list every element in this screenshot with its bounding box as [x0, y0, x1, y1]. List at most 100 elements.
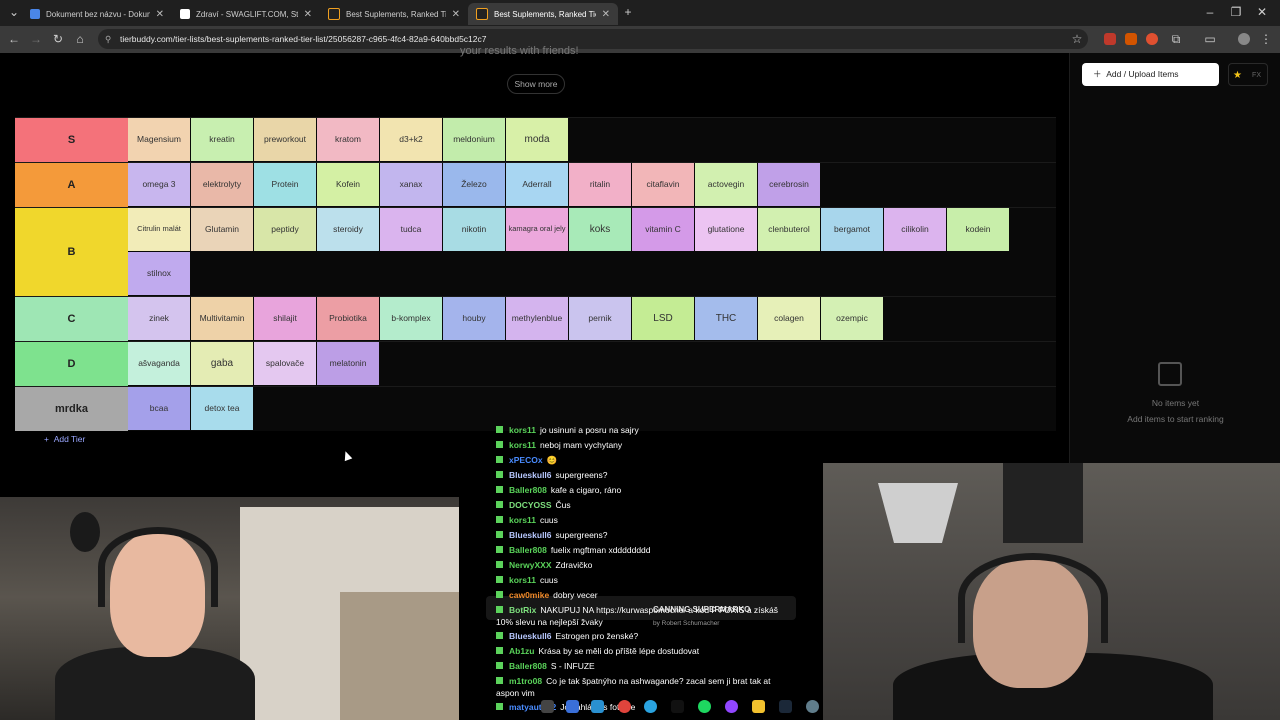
- add-upload-items-button[interactable]: ＋ Add / Upload Items: [1082, 63, 1219, 86]
- tier-item[interactable]: houby: [443, 297, 505, 340]
- tier-item[interactable]: actovegin: [695, 163, 757, 206]
- tier-item[interactable]: kamagra oral jely: [506, 208, 568, 251]
- task-view-icon[interactable]: [541, 700, 554, 713]
- twitch-icon[interactable]: [725, 700, 738, 713]
- tier-item[interactable]: moda: [506, 118, 568, 161]
- forward-arrow-icon[interactable]: →: [28, 32, 44, 46]
- folder-icon[interactable]: [752, 700, 765, 713]
- chat-username[interactable]: Ab1zu: [509, 646, 535, 656]
- chat-username[interactable]: kors11: [509, 425, 536, 435]
- tier-item[interactable]: meldonium: [443, 118, 505, 161]
- tier-item[interactable]: pernik: [569, 297, 631, 340]
- capcut-icon[interactable]: [671, 700, 684, 713]
- tier-item[interactable]: tudca: [380, 208, 442, 251]
- reload-icon[interactable]: ↻: [50, 32, 66, 46]
- tier-item[interactable]: ritalin: [569, 163, 631, 206]
- menu-kebab-icon[interactable]: ⋮: [1258, 32, 1274, 46]
- chat-username[interactable]: Blueskull6: [509, 470, 552, 480]
- tier-label[interactable]: S: [15, 118, 128, 162]
- chat-username[interactable]: Blueskull6: [509, 530, 552, 540]
- tier-item[interactable]: nikotin: [443, 208, 505, 251]
- tier-item[interactable]: xanax: [380, 163, 442, 206]
- spotify-icon[interactable]: [698, 700, 711, 713]
- tier-item[interactable]: ozempic: [821, 297, 883, 340]
- telegram-icon[interactable]: [644, 700, 657, 713]
- add-tier-button[interactable]: + Add Tier: [44, 434, 85, 444]
- maximize-icon[interactable]: ❐: [1228, 5, 1244, 19]
- close-icon[interactable]: ✕: [602, 9, 610, 20]
- chat-username[interactable]: xPECOx: [509, 455, 543, 465]
- tier-item[interactable]: Protein: [254, 163, 316, 206]
- tier-label[interactable]: C: [15, 297, 128, 341]
- tier-item[interactable]: Glutamin: [191, 208, 253, 251]
- chat-username[interactable]: Baller808: [509, 485, 547, 495]
- tier-item[interactable]: Aderrall: [506, 163, 568, 206]
- back-arrow-icon[interactable]: ←: [6, 32, 22, 46]
- tier-item[interactable]: kodein: [947, 208, 1009, 251]
- tier-item[interactable]: vitamin C: [632, 208, 694, 251]
- tier-item[interactable]: d3+k2: [380, 118, 442, 161]
- chat-username[interactable]: kors11: [509, 440, 536, 450]
- tier-item[interactable]: THC: [695, 297, 757, 340]
- tier-item[interactable]: Železo: [443, 163, 505, 206]
- chat-username[interactable]: caw0mike: [509, 590, 549, 600]
- tier-item[interactable]: detox tea: [191, 387, 253, 430]
- tier-item[interactable]: zinek: [128, 297, 190, 340]
- tier-item[interactable]: bergamot: [821, 208, 883, 251]
- tier-item[interactable]: steroidy: [317, 208, 379, 251]
- chat-username[interactable]: Baller808: [509, 661, 547, 671]
- chrome-icon[interactable]: [618, 700, 631, 713]
- tier-item[interactable]: preworkout: [254, 118, 316, 161]
- close-icon[interactable]: ✕: [452, 9, 460, 20]
- tier-item[interactable]: peptidy: [254, 208, 316, 251]
- tier-item[interactable]: Probiotika: [317, 297, 379, 340]
- tier-item[interactable]: melatonin: [317, 342, 379, 385]
- tier-item[interactable]: bcaa: [128, 387, 190, 430]
- tier-item[interactable]: Multivitamin: [191, 297, 253, 340]
- steam-icon[interactable]: [779, 700, 792, 713]
- tier-item[interactable]: shilajit: [254, 297, 316, 340]
- close-icon[interactable]: ✕: [304, 9, 312, 20]
- tier-item[interactable]: citaflavin: [632, 163, 694, 206]
- tier-item[interactable]: kreatin: [191, 118, 253, 161]
- browser-tab-1[interactable]: Dokument bez názvu - Dokum ✕: [22, 3, 172, 25]
- browser-tab-2[interactable]: Zdraví - SWAGLIFT.COM, Strana ✕: [172, 3, 320, 25]
- chat-username[interactable]: m1tro08: [509, 676, 542, 686]
- chat-username[interactable]: BotRix: [509, 605, 536, 615]
- profile-avatar-icon[interactable]: [1238, 33, 1250, 45]
- home-icon[interactable]: ⌂: [72, 32, 88, 46]
- tier-item[interactable]: kratom: [317, 118, 379, 161]
- tier-item[interactable]: koks: [569, 208, 631, 251]
- tier-item[interactable]: Kofein: [317, 163, 379, 206]
- tier-item[interactable]: stilnox: [128, 252, 190, 295]
- tier-item[interactable]: elektrolyty: [191, 163, 253, 206]
- settings-gear-icon[interactable]: [806, 700, 819, 713]
- tier-item[interactable]: cerebrosin: [758, 163, 820, 206]
- tab-search-chevron-icon[interactable]: ⌄: [6, 5, 22, 19]
- chat-username[interactable]: kors11: [509, 515, 536, 525]
- tier-item[interactable]: Citrulin malát: [128, 208, 190, 251]
- chat-username[interactable]: DOCYOSS: [509, 500, 552, 510]
- site-info-icon[interactable]: ⚲: [105, 29, 111, 49]
- fx-button[interactable]: ★ FX: [1228, 63, 1268, 86]
- chat-username[interactable]: Baller808: [509, 545, 547, 555]
- tier-label[interactable]: D: [15, 342, 128, 386]
- address-bar[interactable]: ⚲ tierbuddy.com/tier-lists/best-suplemen…: [98, 29, 1088, 49]
- extension-icon[interactable]: [1104, 33, 1116, 45]
- extensions-puzzle-icon[interactable]: ⧉: [1168, 32, 1184, 47]
- chat-username[interactable]: kors11: [509, 575, 536, 585]
- chat-username[interactable]: Blueskull6: [509, 631, 552, 641]
- tier-label[interactable]: mrdka: [15, 387, 128, 431]
- tier-item[interactable]: b-komplex: [380, 297, 442, 340]
- chat-username[interactable]: NerwyXXX: [509, 560, 552, 570]
- tier-item[interactable]: gaba: [191, 342, 253, 385]
- window-close-icon[interactable]: ✕: [1254, 5, 1270, 19]
- extension-icon[interactable]: [1125, 33, 1137, 45]
- tier-item[interactable]: methylenblue: [506, 297, 568, 340]
- app-icon[interactable]: [566, 700, 579, 713]
- bookmark-star-icon[interactable]: ☆: [1069, 32, 1085, 46]
- tier-item[interactable]: clenbuterol: [758, 208, 820, 251]
- tier-item[interactable]: omega 3: [128, 163, 190, 206]
- tier-item[interactable]: ašvaganda: [128, 342, 190, 385]
- extension-icon[interactable]: [1146, 33, 1158, 45]
